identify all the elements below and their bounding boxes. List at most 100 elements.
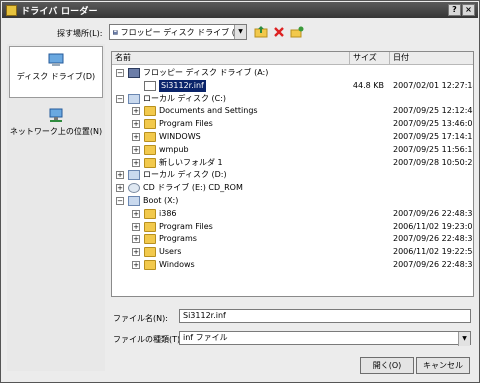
folder-icon: [144, 260, 156, 270]
expand-icon[interactable]: +: [132, 158, 140, 167]
window-title: ドライバ ローダー: [21, 6, 98, 17]
item-name: WINDOWS: [159, 132, 201, 141]
item-date: 2006/11/02 19:23:07: [393, 221, 474, 231]
expand-icon[interactable]: +: [132, 235, 140, 244]
floppy-icon: [128, 68, 140, 78]
column-header-name[interactable]: 名前: [112, 52, 350, 65]
folder-icon: [144, 132, 156, 142]
cd-icon: [128, 183, 140, 194]
item-size: 44.8 KB: [352, 80, 384, 90]
item-name: Si3112r.inf: [159, 79, 206, 92]
file-row[interactable]: Si3112r.inf 44.8 KB 2007/02/01 12:27:14: [112, 79, 474, 92]
folder-row[interactable]: + Program Files 2007/09/25 13:46:07: [112, 118, 473, 130]
item-date: 2007/09/26 22:48:35: [393, 208, 474, 218]
column-header-date[interactable]: 日付: [390, 52, 473, 65]
folder-icon: [144, 221, 156, 232]
collapse-icon[interactable]: −: [116, 94, 124, 103]
folder-icon: [144, 144, 156, 155]
up-folder-icon[interactable]: [254, 25, 268, 39]
folder-icon: [144, 157, 156, 168]
folder-row[interactable]: + wmpub 2007/09/25 11:56:16: [112, 144, 473, 156]
cancel-button[interactable]: キャンセル: [416, 357, 470, 374]
folder-icon: [144, 234, 156, 245]
app-icon: [6, 4, 17, 16]
filename-label: ファイル名(N):: [113, 314, 168, 323]
floppy-icon: [113, 29, 118, 35]
collapse-icon[interactable]: −: [116, 197, 124, 205]
item-date: 2006/11/02 19:22:54: [393, 247, 474, 257]
look-in-dropdown[interactable]: フロッピー ディスク ドライブ (A:) ▼: [109, 24, 247, 40]
item-date: 2007/09/25 11:56:16: [393, 144, 474, 154]
item-name: Program Files: [159, 119, 213, 129]
place-label: ディスク ドライブ(D): [16, 72, 96, 81]
title-bar[interactable]: ドライバ ローダー ? ×: [2, 2, 478, 18]
folder-row[interactable]: + WINDOWS 2007/09/25 17:14:10: [112, 131, 473, 143]
filetype-label: ファイルの種類(T):: [113, 335, 183, 344]
item-name: ローカル ディスク (C:): [143, 93, 227, 103]
item-date: 2007/09/25 17:14:10: [393, 132, 474, 141]
item-name: Documents and Settings: [159, 106, 258, 116]
item-name: Users: [159, 247, 182, 257]
item-date: 2007/09/28 10:50:26: [393, 157, 474, 167]
expand-icon[interactable]: +: [116, 184, 124, 193]
column-header-size[interactable]: サイズ: [350, 52, 390, 65]
expand-icon[interactable]: +: [132, 222, 140, 231]
folder-icon: [144, 106, 156, 117]
expand-icon[interactable]: +: [132, 261, 140, 269]
file-list[interactable]: 名前 サイズ 日付 − フロッピー ディスク ドライブ (A:) Si3112r.i…: [111, 51, 474, 297]
places-bar: ディスク ドライブ(D) ネットワーク上の位置(N): [7, 44, 105, 371]
folder-row[interactable]: + Documents and Settings 2007/09/25 12:12:…: [112, 105, 473, 117]
drive-row[interactable]: − フロッピー ディスク ドライブ (A:): [112, 67, 473, 79]
item-name: Windows: [159, 260, 195, 269]
drive-row[interactable]: + CD ドライブ (E:) CD_ROM: [112, 182, 473, 194]
item-date: 2007/09/25 12:12:44: [393, 106, 474, 116]
item-name: ローカル ディスク (D:): [143, 170, 227, 180]
item-date: 2007/02/01 12:27:14: [393, 80, 474, 90]
open-button[interactable]: 開く(O): [360, 357, 414, 374]
collapse-icon[interactable]: −: [116, 69, 124, 77]
item-name: wmpub: [159, 144, 189, 154]
expand-icon[interactable]: +: [116, 171, 124, 180]
folder-icon: [144, 208, 156, 219]
drive-row[interactable]: + ローカル ディスク (D:): [112, 169, 473, 181]
chevron-down-icon[interactable]: ▼: [234, 25, 246, 39]
folder-icon: [144, 119, 156, 130]
item-name: Program Files: [159, 221, 213, 231]
folder-row[interactable]: + i386 2007/09/26 22:48:35: [112, 208, 473, 220]
folder-row[interactable]: + Windows 2007/09/26 22:48:35: [112, 259, 473, 271]
folder-row[interactable]: + Program Files 2006/11/02 19:23:07: [112, 221, 473, 233]
look-in-label: 探す場所(L):: [57, 29, 103, 38]
help-button[interactable]: ?: [448, 4, 461, 16]
folder-row[interactable]: + Users 2006/11/02 19:22:54: [112, 246, 473, 258]
drive-icon: [128, 93, 140, 104]
expand-icon[interactable]: +: [132, 209, 140, 218]
place-network[interactable]: ネットワーク上の位置(N): [9, 102, 103, 154]
drive-row[interactable]: − ローカル ディスク (C:): [112, 93, 473, 105]
expand-icon[interactable]: +: [132, 133, 140, 141]
folder-row[interactable]: + Programs 2007/09/26 22:48:35: [112, 233, 473, 245]
look-in-value: フロッピー ディスク ドライブ (A:): [120, 27, 246, 37]
drive-row[interactable]: − Boot (X:): [112, 195, 473, 207]
filetype-value: inf ファイル: [183, 333, 228, 342]
expand-icon[interactable]: +: [132, 248, 140, 257]
expand-icon[interactable]: +: [132, 120, 140, 129]
chevron-down-icon[interactable]: ▼: [458, 332, 470, 346]
close-button[interactable]: ×: [462, 4, 475, 16]
delete-icon[interactable]: [272, 25, 286, 39]
item-name: Boot (X:): [143, 196, 179, 205]
item-name: CD ドライブ (E:) CD_ROM: [143, 183, 243, 193]
drive-icon: [128, 196, 140, 206]
folder-row[interactable]: + 新しいフォルダ 1 2007/09/28 10:50:26: [112, 157, 473, 169]
drive-icon: [128, 170, 140, 181]
folder-icon: [144, 247, 156, 258]
item-name: 新しいフォルダ 1: [159, 157, 223, 167]
item-name: フロッピー ディスク ドライブ (A:): [143, 68, 269, 77]
expand-icon[interactable]: +: [132, 145, 140, 154]
expand-icon[interactable]: +: [132, 107, 140, 116]
filetype-dropdown[interactable]: inf ファイル ▼: [179, 331, 471, 346]
new-folder-icon[interactable]: [290, 25, 304, 39]
place-disk-drive[interactable]: ディスク ドライブ(D): [9, 46, 103, 98]
place-label: ネットワーク上の位置(N): [9, 127, 103, 136]
item-date: 2007/09/26 22:48:35: [393, 234, 474, 244]
filename-input[interactable]: Si3112r.inf: [179, 309, 471, 323]
